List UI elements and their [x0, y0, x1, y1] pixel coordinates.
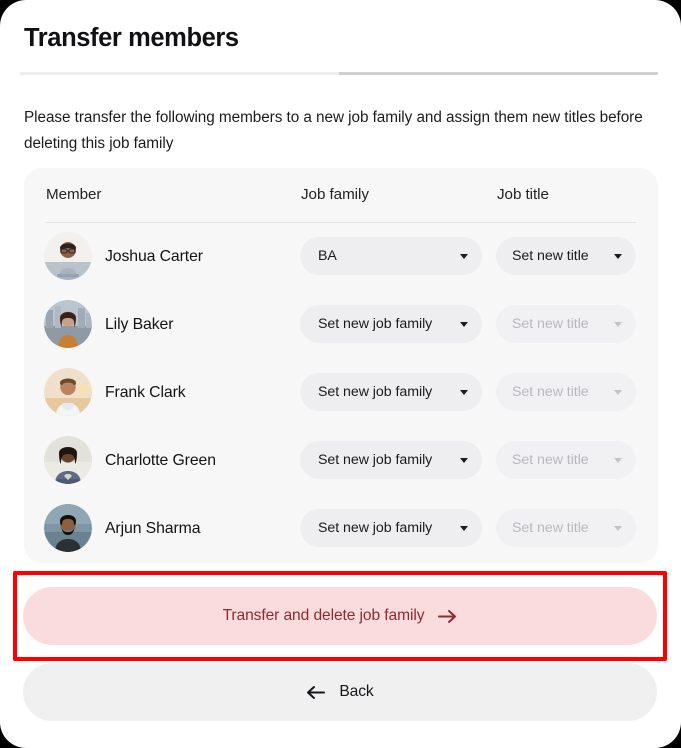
instruction-text: Please transfer the following members to…	[24, 109, 643, 152]
job-title-value: Set new title	[512, 316, 589, 332]
chevron-down-icon	[614, 321, 622, 327]
job-title-value: Set new title	[512, 384, 589, 400]
job-family-dropdown[interactable]: Set new job family	[300, 509, 482, 547]
table-row: Lily Baker Set new job family Set new ti…	[24, 291, 658, 359]
job-title-dropdown[interactable]: Set new title	[496, 237, 636, 275]
transfer-members-card: Transfer members Please transfer the fol…	[0, 0, 681, 748]
member-name: Frank Clark	[105, 384, 186, 401]
job-title-value: Set new title	[512, 248, 589, 264]
chevron-down-icon	[460, 525, 468, 531]
job-title-dropdown[interactable]: Set new title	[496, 441, 636, 479]
transfer-and-delete-button[interactable]: Transfer and delete job family	[23, 587, 657, 645]
table-row: Frank Clark Set new job family Set new t…	[24, 359, 658, 427]
step-progress-bar	[20, 72, 658, 75]
column-header-member: Member	[46, 186, 102, 203]
chevron-down-icon	[460, 389, 468, 395]
page-title: Transfer members	[24, 24, 239, 52]
table-header-row: Member Job family Job title	[24, 168, 658, 223]
job-title-dropdown[interactable]: Set new title	[496, 509, 636, 547]
job-family-value: Set new job family	[318, 520, 433, 536]
avatar	[44, 504, 92, 552]
job-family-value: Set new job family	[318, 384, 433, 400]
job-title-dropdown[interactable]: Set new title	[496, 305, 636, 343]
chevron-down-icon	[460, 321, 468, 327]
back-label: Back	[339, 683, 374, 700]
job-family-value: Set new job family	[318, 316, 433, 332]
avatar	[44, 300, 92, 348]
job-family-dropdown[interactable]: BA	[300, 237, 482, 275]
job-family-dropdown[interactable]: Set new job family	[300, 373, 482, 411]
chevron-down-icon	[460, 253, 468, 259]
member-name: Arjun Sharma	[105, 520, 201, 537]
avatar	[44, 436, 92, 484]
transfer-and-delete-label: Transfer and delete job family	[222, 607, 425, 624]
members-table: Member Job family Job title Joshua Carte…	[24, 168, 658, 563]
chevron-down-icon	[614, 253, 622, 259]
job-family-value: BA	[318, 248, 337, 264]
table-row: Arjun Sharma Set new job family Set new …	[24, 495, 658, 563]
member-name: Joshua Carter	[105, 248, 203, 265]
job-family-dropdown[interactable]: Set new job family	[300, 305, 482, 343]
job-family-dropdown[interactable]: Set new job family	[300, 441, 482, 479]
member-name: Lily Baker	[105, 316, 174, 333]
arrow-left-icon	[307, 685, 326, 699]
table-row: Joshua Carter BA Set new title	[24, 223, 658, 291]
avatar	[44, 232, 92, 280]
chevron-down-icon	[460, 457, 468, 463]
back-button[interactable]: Back	[23, 663, 657, 721]
chevron-down-icon	[614, 389, 622, 395]
job-family-value: Set new job family	[318, 452, 433, 468]
arrow-right-icon	[438, 609, 457, 623]
member-name: Charlotte Green	[105, 452, 216, 469]
job-title-dropdown[interactable]: Set new title	[496, 373, 636, 411]
column-header-job-family: Job family	[301, 186, 369, 203]
table-body: Joshua Carter BA Set new title Lily Bake…	[24, 223, 658, 563]
chevron-down-icon	[614, 525, 622, 531]
table-row: Charlotte Green Set new job family Set n…	[24, 427, 658, 495]
job-title-value: Set new title	[512, 452, 589, 468]
job-title-value: Set new title	[512, 520, 589, 536]
column-header-job-title: Job title	[497, 186, 549, 203]
avatar	[44, 368, 92, 416]
chevron-down-icon	[614, 457, 622, 463]
step-progress-fill	[20, 72, 339, 75]
